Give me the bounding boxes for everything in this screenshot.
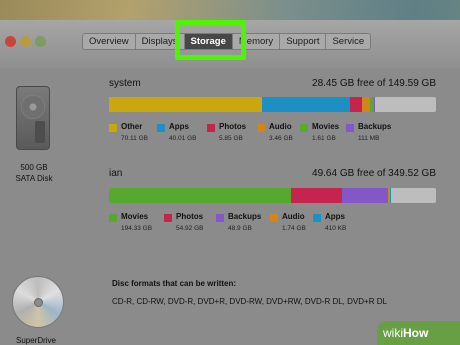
bar-segment-backups: [342, 188, 388, 203]
legend-swatch: [216, 214, 224, 222]
legend-size: 5.85 GB: [219, 135, 243, 142]
legend-label: Backups: [358, 122, 392, 131]
legend-label: Movies: [312, 122, 340, 131]
tab-overview[interactable]: Overview: [83, 34, 136, 49]
storage-tab-highlight: [175, 20, 246, 60]
disc-hole: [34, 298, 43, 307]
about-this-mac-window: Overview Displays Storage Memory Support…: [0, 20, 460, 345]
bar-segment-backups: [373, 97, 375, 112]
volume-name-ian: ian: [109, 168, 123, 179]
legend-swatch: [207, 124, 215, 132]
bar-segment-photos: [349, 97, 363, 112]
bar-segment-apps: [389, 188, 391, 203]
bar-segment-other: [109, 97, 263, 112]
legend-size: 194.33 GB: [121, 225, 153, 232]
disk-arm: [35, 121, 45, 143]
legend-swatch: [346, 124, 354, 132]
storage-bar-system: [109, 97, 436, 112]
legend-size: 54.92 GB: [176, 225, 204, 232]
bar-segment-apps: [262, 97, 350, 112]
bar-segment-photos: [290, 188, 343, 203]
bar-segment-movies: [109, 188, 291, 203]
hard-disk-icon: [16, 86, 50, 150]
legend-size: 48.9 GB: [228, 225, 252, 232]
disk-type: SATA Disk: [15, 174, 53, 183]
legend-swatch: [257, 124, 265, 132]
legend-swatch: [157, 124, 165, 132]
legend-swatch: [109, 124, 117, 132]
legend-swatch: [109, 214, 117, 222]
legend-label: Photos: [219, 122, 247, 131]
superdrive-label: SuperDrive: [15, 336, 56, 345]
disk-capacity: 500 GB: [20, 163, 48, 172]
legend-swatch: [270, 214, 278, 222]
legend-size: 3.46 GB: [269, 135, 293, 142]
legend-label: Movies: [121, 212, 149, 221]
legend-swatch: [313, 214, 321, 222]
disc-formats-list: CD-R, CD-RW, DVD-R, DVD+R, DVD-RW, DVD+R…: [112, 297, 387, 306]
minimize-button[interactable]: [20, 36, 31, 47]
legend-size: 1.61 GB: [312, 135, 336, 142]
close-button[interactable]: [5, 36, 16, 47]
legend-label: Backups: [228, 212, 262, 221]
legend-size: 40.01 GB: [169, 135, 197, 142]
legend-swatch: [164, 214, 172, 222]
legend-label: Photos: [176, 212, 204, 221]
watermark-prefix: wiki: [383, 326, 403, 340]
superdrive-disc-icon: [12, 276, 64, 328]
legend-label: Audio: [282, 212, 305, 221]
legend-size: 70.11 GB: [121, 135, 148, 142]
disc-formats-title: Disc formats that can be written:: [112, 279, 237, 288]
watermark-suffix: How: [403, 326, 429, 340]
disk-platter: [21, 95, 45, 119]
legend-label: Audio: [269, 122, 292, 131]
volume-name-system: system: [109, 78, 141, 89]
tab-support[interactable]: Support: [280, 34, 327, 49]
legend-label: Apps: [325, 212, 345, 221]
disk-caption: 500 GB SATA Disk: [12, 162, 56, 184]
storage-bar-ian: [109, 188, 436, 203]
bar-segment-audio: [362, 97, 371, 112]
volume-free-system: 28.45 GB free of 149.59 GB: [312, 78, 436, 89]
legend-swatch: [300, 124, 308, 132]
legend-size: 410 KB: [325, 225, 347, 232]
volume-free-ian: 49.64 GB free of 349.52 GB: [312, 168, 436, 179]
legend-label: Other: [121, 122, 143, 131]
wikihow-watermark: wikiHow: [377, 321, 460, 345]
legend-label: Apps: [169, 122, 189, 131]
legend-size: 1.74 GB: [282, 225, 306, 232]
legend-size: 111 MB: [358, 135, 380, 142]
tab-service[interactable]: Service: [326, 34, 370, 49]
zoom-button[interactable]: [35, 36, 46, 47]
